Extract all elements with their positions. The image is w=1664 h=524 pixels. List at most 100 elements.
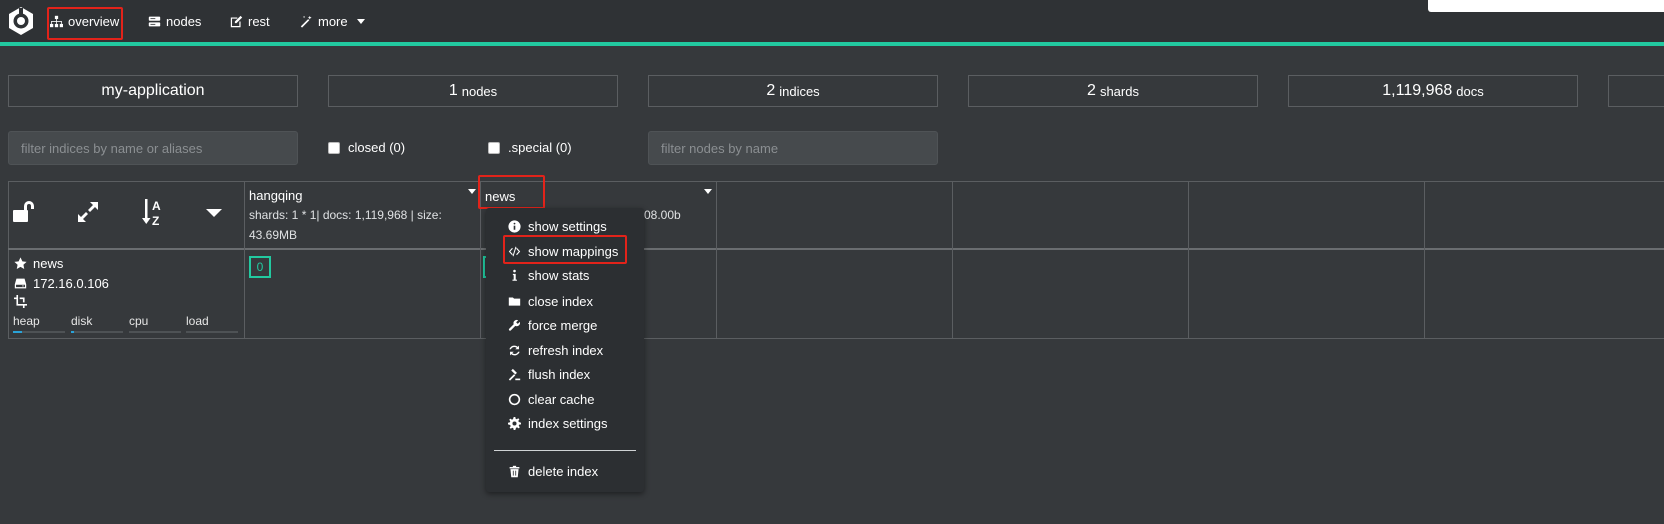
index-hangqing-meta: shards: 1 * 1| docs: 1,119,968 | size: 4… xyxy=(249,205,442,245)
menu-show-settings[interactable]: show settings xyxy=(508,216,607,236)
metric-load-bar xyxy=(186,331,238,333)
info-circle-icon xyxy=(508,219,521,233)
metric-disk-fill xyxy=(71,331,75,333)
nav-overview[interactable]: overview xyxy=(50,12,119,30)
nav-more[interactable]: more xyxy=(300,12,365,30)
metric-disk-label: disk xyxy=(71,314,93,328)
top-search-input[interactable] xyxy=(1428,0,1664,12)
header-dropdown-caret-icon[interactable] xyxy=(206,209,222,217)
node-ip: 172.16.0.106 xyxy=(33,276,109,291)
unlock-icon[interactable] xyxy=(13,200,39,222)
menu-delete-index-label: delete index xyxy=(528,463,599,479)
menu-show-settings-label: show settings xyxy=(528,218,607,234)
menu-refresh-index-label: refresh index xyxy=(528,342,604,358)
stat-shards: 2 shards xyxy=(968,75,1258,107)
grid-col-divider xyxy=(716,181,717,338)
menu-clear-cache-label: clear cache xyxy=(528,391,595,407)
menu-close-index-label: close index xyxy=(528,293,594,309)
expand-icon[interactable] xyxy=(76,200,100,224)
stat-indices: 2 indices xyxy=(648,75,938,107)
menu-close-index[interactable]: close index xyxy=(508,291,593,311)
stat-indices-unit: indices xyxy=(779,83,820,99)
circle-icon xyxy=(508,393,521,405)
nav-overview-label: overview xyxy=(68,13,120,29)
node-ip-row: 172.16.0.106 xyxy=(14,276,109,291)
shard-badge[interactable]: 0 xyxy=(249,256,271,278)
menu-clear-cache[interactable]: clear cache xyxy=(508,389,594,409)
index-hangqing-title[interactable]: hangqing xyxy=(249,188,303,203)
wrench-icon xyxy=(508,319,520,331)
metric-load-label: load xyxy=(186,314,209,328)
refresh-icon xyxy=(509,345,520,355)
menu-show-mappings[interactable]: show mappings xyxy=(508,241,618,261)
gavel-icon xyxy=(508,368,521,381)
special-checkbox[interactable]: .special (0) xyxy=(488,140,572,155)
metric-cpu-bar xyxy=(129,331,181,333)
grid-col-divider xyxy=(952,181,953,338)
metric-cpu-label: cpu xyxy=(129,314,149,328)
metric-heap-bar xyxy=(13,331,65,333)
index-news-title[interactable]: news xyxy=(485,189,515,204)
closed-checkbox-label: closed (0) xyxy=(348,140,406,155)
stat-shards-value: 2 xyxy=(1087,82,1096,99)
node-name-row: news xyxy=(14,256,63,271)
index-hangqing-caret-icon[interactable] xyxy=(468,189,476,194)
menu-show-stats-label: show stats xyxy=(528,267,590,283)
grid-bottom-border xyxy=(8,338,1664,339)
nav-nodes[interactable]: nodes xyxy=(148,12,201,30)
code-icon xyxy=(508,246,521,256)
nav-nodes-label: nodes xyxy=(166,13,202,29)
hdd-icon xyxy=(14,278,27,289)
stat-cluster-name: my-application xyxy=(8,75,298,107)
menu-flush-index[interactable]: flush index xyxy=(508,364,590,384)
menu-force-merge[interactable]: force merge xyxy=(508,315,597,335)
closed-checkbox-box[interactable] xyxy=(328,141,340,154)
cluster-name: my-application xyxy=(101,82,205,99)
sort-alpha-icon[interactable]: A Z xyxy=(142,197,168,227)
grid-col-divider xyxy=(1424,181,1425,338)
menu-show-mappings-label: show mappings xyxy=(528,243,619,259)
closed-checkbox[interactable]: closed (0) xyxy=(328,140,405,155)
menu-refresh-index[interactable]: refresh index xyxy=(508,340,603,360)
stat-nodes-unit: nodes xyxy=(461,83,498,99)
stat-shards-unit: shards xyxy=(1099,83,1139,99)
nav-more-label: more xyxy=(318,13,348,29)
index-hangqing-meta-line2: 43.69MB xyxy=(249,228,298,242)
trash-icon xyxy=(509,465,520,477)
stat-docs-value: 1,119,968 xyxy=(1382,82,1453,99)
menu-index-settings[interactable]: index settings xyxy=(508,413,608,433)
metric-disk-bar xyxy=(71,331,123,333)
edit-icon xyxy=(230,15,243,27)
metric-heap-fill xyxy=(13,331,23,333)
grid-col-divider xyxy=(480,181,481,338)
filter-nodes-input[interactable] xyxy=(648,131,938,165)
star-icon xyxy=(14,257,27,270)
stat-docs-unit: docs xyxy=(1456,83,1484,99)
menu-delete-index[interactable]: delete index xyxy=(508,461,598,481)
crop-icon xyxy=(14,295,27,308)
node-crop-row xyxy=(14,295,27,308)
index-news-meta-partial: 08.00b xyxy=(644,208,681,222)
grid-header-divider xyxy=(8,248,1664,250)
filter-indices-input[interactable] xyxy=(8,131,298,165)
special-checkbox-label: .special (0) xyxy=(508,140,572,155)
folder-icon xyxy=(508,296,521,306)
index-actions-menu: show settings show mappings show stats c… xyxy=(486,208,644,492)
metric-heap-label: heap xyxy=(13,314,40,328)
magic-icon xyxy=(300,15,312,28)
stat-indices-value: 2 xyxy=(766,82,776,99)
info-icon xyxy=(512,269,517,281)
index-news-caret-icon[interactable] xyxy=(704,189,712,194)
stat-nodes-value: 1 xyxy=(448,82,458,99)
menu-index-settings-label: index settings xyxy=(528,415,608,431)
stat-nodes: 1 nodes xyxy=(328,75,618,107)
stat-docs: 1,119,968 docs xyxy=(1288,75,1578,107)
cerebro-logo-icon[interactable] xyxy=(6,6,36,36)
chevron-down-icon xyxy=(356,18,365,24)
sitemap-icon xyxy=(50,15,63,27)
nav-rest[interactable]: rest xyxy=(230,12,270,30)
special-checkbox-box[interactable] xyxy=(488,141,500,154)
svg-text:A: A xyxy=(152,199,161,213)
nav-rest-label: rest xyxy=(248,13,270,29)
menu-show-stats[interactable]: show stats xyxy=(508,265,589,285)
